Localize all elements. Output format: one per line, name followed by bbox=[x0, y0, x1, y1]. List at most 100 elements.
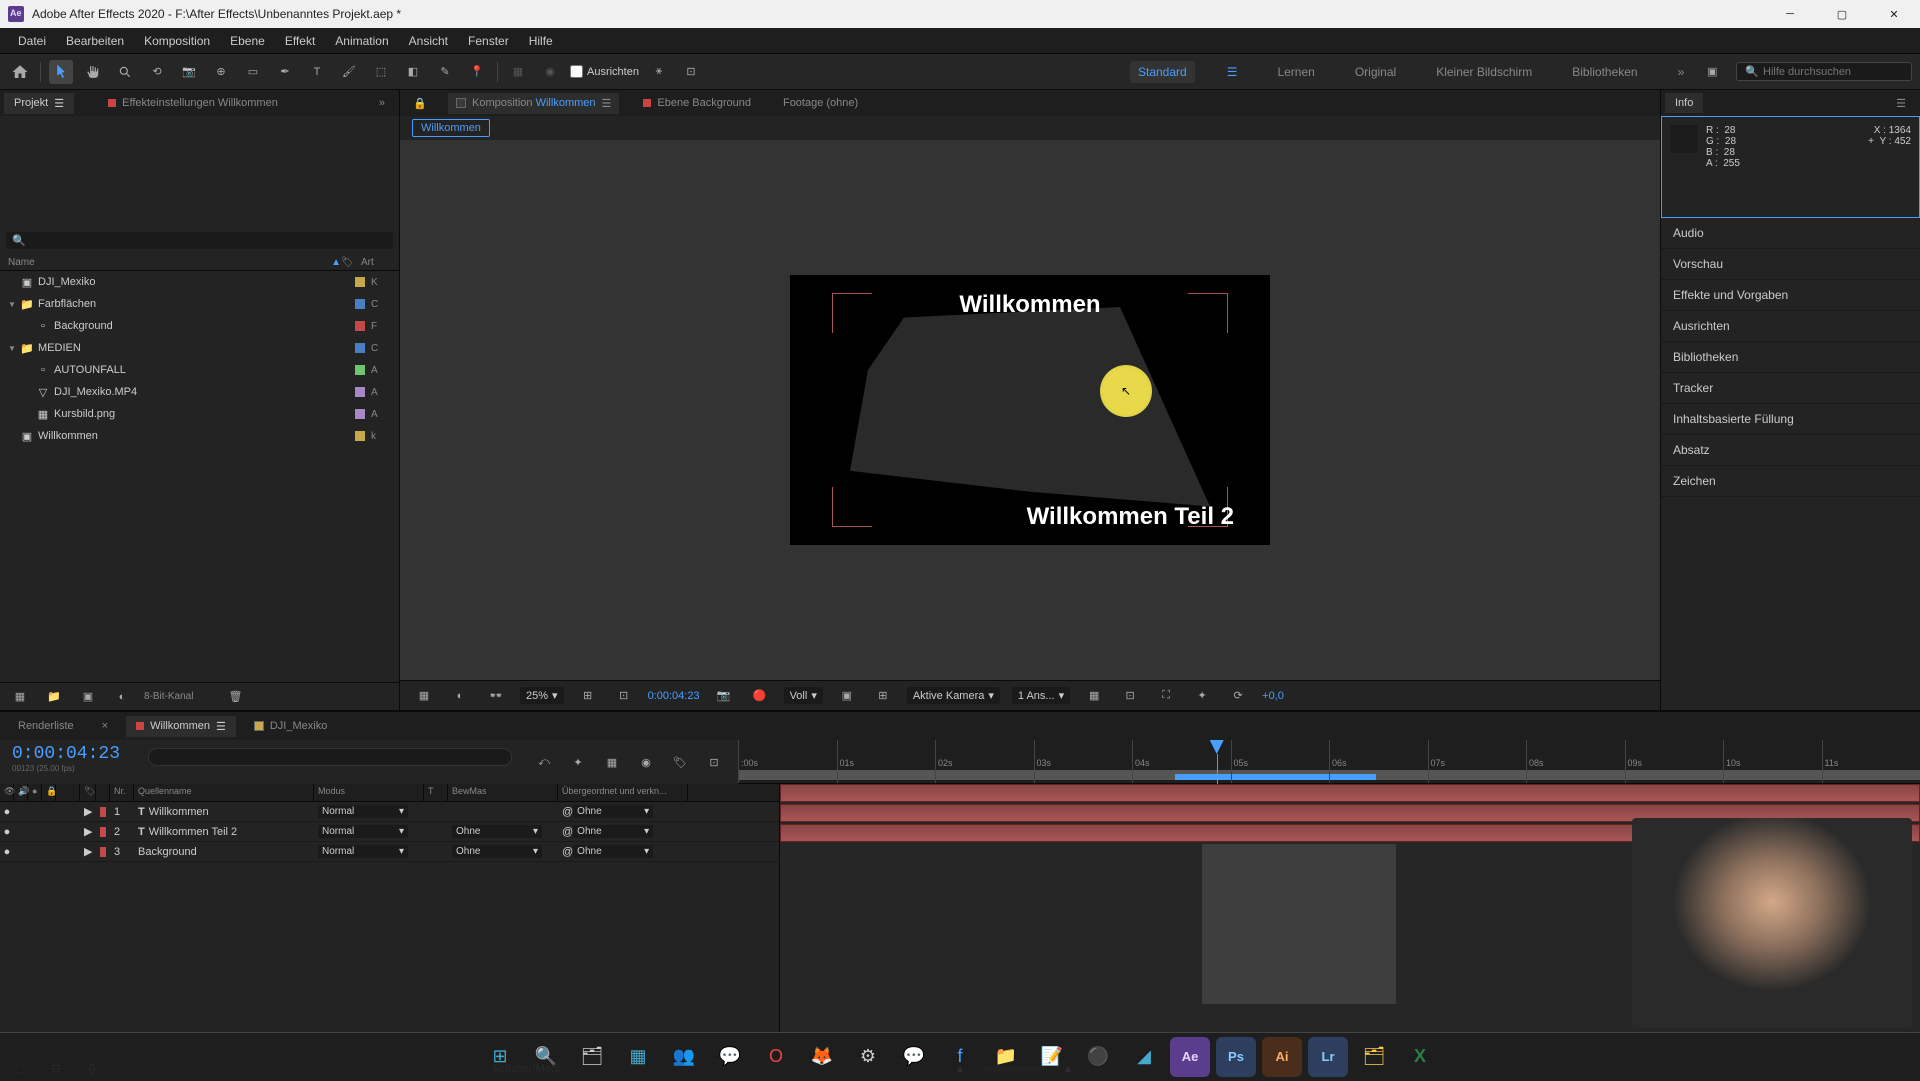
layer-twirl[interactable]: ▶ bbox=[80, 805, 96, 818]
panel-overflow[interactable]: » bbox=[369, 93, 395, 113]
taskbar-whatsapp[interactable]: 💬 bbox=[710, 1037, 750, 1077]
parent-dropdown[interactable]: Ohne▾ bbox=[573, 845, 653, 858]
camera-dropdown[interactable]: Aktive Kamera ▾ bbox=[907, 687, 1000, 704]
workspace-menu[interactable]: ☰ bbox=[1219, 61, 1246, 83]
project-item[interactable]: ▦Kursbild.pngA bbox=[0, 403, 399, 425]
tl-tool-5[interactable]: 🏷 bbox=[668, 750, 692, 774]
project-item[interactable]: ▼📁MEDIENC bbox=[0, 337, 399, 359]
adjust-icon[interactable]: ◐ bbox=[110, 685, 134, 709]
workspace-bibliotheken[interactable]: Bibliotheken bbox=[1564, 61, 1645, 83]
workspace-more[interactable]: » bbox=[1670, 61, 1693, 83]
col-eye-icon[interactable]: 👁 bbox=[0, 784, 14, 801]
layer-color-swatch[interactable] bbox=[96, 847, 110, 857]
label-swatch[interactable] bbox=[355, 277, 365, 287]
layer-name[interactable]: Background bbox=[134, 846, 314, 858]
layer-name[interactable]: T Willkommen bbox=[134, 806, 314, 818]
shape-tool[interactable]: ▭ bbox=[241, 60, 265, 84]
layer-color-swatch[interactable] bbox=[96, 807, 110, 817]
tool-opt-1[interactable]: ▦ bbox=[506, 60, 530, 84]
views-dropdown[interactable]: 1 Ans... ▾ bbox=[1012, 687, 1070, 704]
roi-icon[interactable]: ▣ bbox=[835, 684, 859, 708]
layer-twirl[interactable]: ▶ bbox=[80, 845, 96, 858]
layer-visibility-toggle[interactable]: ● bbox=[0, 826, 14, 838]
label-swatch[interactable] bbox=[355, 365, 365, 375]
col-t[interactable]: T bbox=[424, 784, 448, 801]
taskbar-explorer[interactable]: 🗂 bbox=[572, 1037, 612, 1077]
trkmat-dropdown[interactable]: Ohne▾ bbox=[452, 825, 542, 838]
tab-projekt[interactable]: Projekt ☰ bbox=[4, 93, 74, 114]
layer-twirl[interactable]: ▶ bbox=[80, 825, 96, 838]
taskbar-windows[interactable]: ⊞ bbox=[480, 1037, 520, 1077]
workspace-standard[interactable]: Standard bbox=[1130, 61, 1195, 83]
vf-2[interactable]: ⊡ bbox=[1118, 684, 1142, 708]
panel-absatz[interactable]: Absatz bbox=[1661, 435, 1920, 466]
transparency-icon[interactable]: ◐ bbox=[448, 684, 472, 708]
selection-tool[interactable] bbox=[49, 60, 73, 84]
blend-mode-dropdown[interactable]: Normal▾ bbox=[318, 805, 408, 818]
zoom-tool[interactable] bbox=[113, 60, 137, 84]
playhead[interactable] bbox=[1210, 740, 1224, 754]
layer-bar[interactable] bbox=[780, 784, 1920, 802]
maximize-button[interactable]: ▢ bbox=[1824, 0, 1860, 28]
label-swatch[interactable] bbox=[355, 321, 365, 331]
project-item[interactable]: ▣DJI_MexikoK bbox=[0, 271, 399, 293]
roto-tool[interactable]: ✎ bbox=[433, 60, 457, 84]
vf-5[interactable]: ⟳ bbox=[1226, 684, 1250, 708]
ruler-tick[interactable]: 06s bbox=[1329, 740, 1347, 783]
tl-tool-1[interactable]: ⤺ bbox=[532, 750, 556, 774]
interpret-footage-icon[interactable]: ▦ bbox=[8, 685, 32, 709]
minimize-button[interactable]: ─ bbox=[1772, 0, 1808, 28]
vf-4[interactable]: ✦ bbox=[1190, 684, 1214, 708]
ruler-tick[interactable]: 07s bbox=[1428, 740, 1446, 783]
timeline-ruler[interactable]: :00s01s02s03s04s05s06s07s08s09s10s11s12s bbox=[738, 740, 1920, 784]
snap-opt-1[interactable]: ⚹ bbox=[647, 60, 671, 84]
grid-icon[interactable]: ⊞ bbox=[871, 684, 895, 708]
close-button[interactable]: ✕ bbox=[1876, 0, 1912, 28]
project-list[interactable]: ▣DJI_MexikoK▼📁FarbflächenC▫BackgroundF▼📁… bbox=[0, 271, 399, 682]
panel-tracker[interactable]: Tracker bbox=[1661, 373, 1920, 404]
res-icon-1[interactable]: ⊞ bbox=[576, 684, 600, 708]
panel-effekte[interactable]: Effekte und Vorgaben bbox=[1661, 280, 1920, 311]
twirl-icon[interactable]: ▼ bbox=[8, 300, 20, 309]
taskbar-teams[interactable]: 👥 bbox=[664, 1037, 704, 1077]
taskbar-files[interactable]: 📁 bbox=[986, 1037, 1026, 1077]
project-search-input[interactable] bbox=[26, 235, 387, 247]
col-name[interactable]: Name bbox=[8, 257, 331, 268]
new-comp-icon[interactable]: ▣ bbox=[76, 685, 100, 709]
taskbar-ai[interactable]: Ai bbox=[1262, 1037, 1302, 1077]
taskbar-firefox[interactable]: 🦊 bbox=[802, 1037, 842, 1077]
col-lock-icon[interactable]: 🔒 bbox=[42, 784, 56, 801]
ruler-tick[interactable]: 02s bbox=[935, 740, 953, 783]
taskbar-messenger[interactable]: 💬 bbox=[894, 1037, 934, 1077]
snap-checkbox[interactable] bbox=[570, 65, 583, 78]
menu-effekt[interactable]: Effekt bbox=[275, 30, 325, 52]
timecode-display[interactable]: 0:00:04:23 00123 (25.00 fps) bbox=[0, 740, 140, 784]
tl-tab-menu[interactable]: ☰ bbox=[216, 720, 226, 733]
layer-row[interactable]: ●▶3BackgroundNormal▾Ohne▾@ Ohne▾ bbox=[0, 842, 779, 862]
channel-icon[interactable]: 🔴 bbox=[748, 684, 772, 708]
vf-1[interactable]: ▦ bbox=[1082, 684, 1106, 708]
snapshot-icon[interactable]: 📷 bbox=[712, 684, 736, 708]
workspace-lernen[interactable]: Lernen bbox=[1269, 61, 1322, 83]
hand-tool[interactable] bbox=[81, 60, 105, 84]
label-swatch[interactable] bbox=[355, 299, 365, 309]
label-swatch[interactable] bbox=[355, 343, 365, 353]
project-item[interactable]: ▣Willkommenk bbox=[0, 425, 399, 447]
col-bewmas[interactable]: BewMas bbox=[448, 784, 558, 801]
workspace-kleiner[interactable]: Kleiner Bildschirm bbox=[1428, 61, 1540, 83]
taskbar-opera[interactable]: O bbox=[756, 1037, 796, 1077]
comp-lock-icon[interactable]: 🔒 bbox=[408, 91, 432, 115]
layer-row[interactable]: ●▶1T WillkommenNormal▾@ Ohne▾ bbox=[0, 802, 779, 822]
ruler-tick[interactable]: 08s bbox=[1526, 740, 1544, 783]
col-tag[interactable]: 🏷 bbox=[341, 257, 361, 268]
layer-name[interactable]: T Willkommen Teil 2 bbox=[134, 826, 314, 838]
taskbar-obs[interactable]: ⚫ bbox=[1078, 1037, 1118, 1077]
menu-hilfe[interactable]: Hilfe bbox=[519, 30, 563, 52]
vf-3[interactable]: ⛶ bbox=[1154, 684, 1178, 708]
tab-menu-icon[interactable]: ☰ bbox=[602, 97, 612, 110]
panel-vorschau[interactable]: Vorschau bbox=[1661, 249, 1920, 280]
bit-depth[interactable]: 8-Bit-Kanal bbox=[144, 691, 193, 702]
canvas-text-bottom[interactable]: Willkommen Teil 2 bbox=[1027, 503, 1234, 531]
menu-datei[interactable]: Datei bbox=[8, 30, 56, 52]
breadcrumb-item[interactable]: Willkommen bbox=[412, 119, 490, 137]
